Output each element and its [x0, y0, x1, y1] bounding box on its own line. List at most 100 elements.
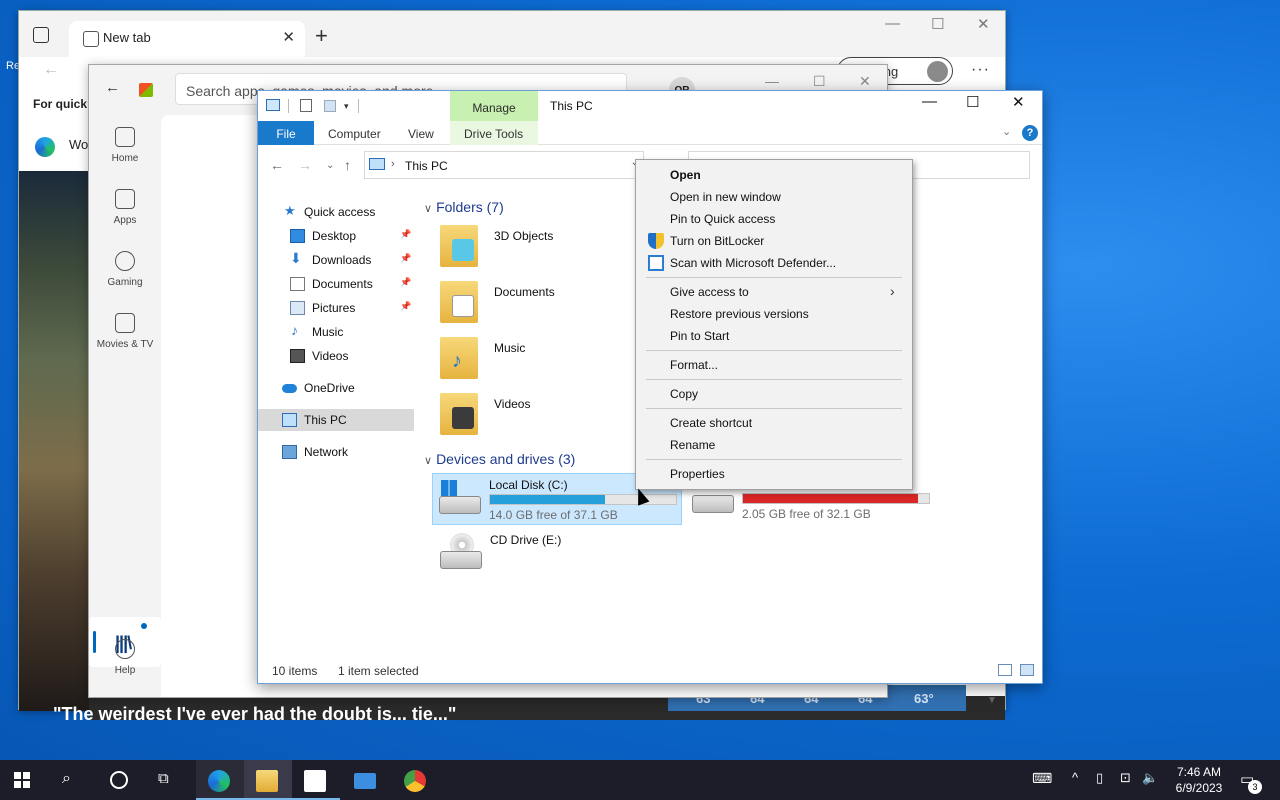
keyboard-icon[interactable]: ⌨: [1032, 770, 1052, 787]
help-icon[interactable]: ?: [1022, 125, 1038, 141]
start-button[interactable]: [14, 772, 30, 788]
edge-tab-new[interactable]: New tab ✕: [69, 21, 305, 57]
edge-minimize-icon[interactable]: —: [885, 15, 900, 32]
sidebar-item-network[interactable]: Network: [258, 441, 416, 463]
manage-tab[interactable]: Manage: [450, 91, 538, 121]
menu-format[interactable]: Format...: [636, 354, 912, 376]
clock[interactable]: 7:46 AM 6/9/2023: [1166, 764, 1232, 796]
menu-scan-defender[interactable]: Scan with Microsoft Defender...: [636, 252, 912, 274]
folders-group-header[interactable]: ∨ Folders (7): [424, 199, 504, 215]
menu-pin-quick-access[interactable]: Pin to Quick access: [636, 208, 912, 230]
back-icon[interactable]: ←: [270, 157, 284, 173]
edge-close-icon[interactable]: ✕: [977, 15, 990, 33]
weather-news-label[interactable]: Wo: [69, 137, 88, 152]
properties-quick-icon[interactable]: [300, 99, 312, 112]
store-close-icon[interactable]: ✕: [859, 73, 871, 90]
minimize-icon[interactable]: —: [922, 93, 937, 110]
drive-cd-e[interactable]: CD Drive (E:): [422, 529, 672, 581]
menu-properties[interactable]: Properties: [636, 463, 912, 485]
menu-open[interactable]: Open: [636, 164, 912, 186]
new-tab-icon[interactable]: +: [315, 23, 328, 49]
menu-restore-previous[interactable]: Restore previous versions: [636, 303, 912, 325]
folder-3d-objects[interactable]: 3D Objects: [422, 221, 612, 273]
taskbar-store[interactable]: [292, 760, 340, 800]
nav-movies[interactable]: Movies & TV: [89, 313, 161, 350]
expand-ribbon-icon[interactable]: ⌄: [1002, 125, 1011, 138]
menu-open-new-window[interactable]: Open in new window: [636, 186, 912, 208]
nav-home[interactable]: Home: [89, 127, 161, 164]
recent-locations-icon[interactable]: ⌄: [326, 160, 334, 171]
tab-drive-tools[interactable]: Drive Tools: [464, 127, 523, 141]
search-icon[interactable]: ⌕: [62, 770, 84, 792]
pin-icon[interactable]: 📌: [400, 229, 411, 240]
nav-help-label: Help: [114, 665, 136, 676]
sidebar-item-documents[interactable]: Documents 📌: [258, 273, 416, 295]
tab-view[interactable]: View: [408, 127, 434, 141]
taskbar-file-explorer[interactable]: [244, 760, 292, 800]
menu-rename[interactable]: Rename: [636, 434, 912, 456]
menu-copy[interactable]: Copy: [636, 383, 912, 405]
folder-music[interactable]: ♪ Music: [422, 333, 612, 385]
sidebar-item-music[interactable]: ♪ Music: [258, 321, 416, 343]
clock-date: 6/9/2023: [1175, 781, 1223, 795]
show-hidden-icons-icon[interactable]: ^: [1072, 770, 1078, 785]
sidebar-item-desktop[interactable]: Desktop 📌: [258, 225, 416, 247]
news-photo[interactable]: [19, 171, 91, 711]
sidebar-item-pictures[interactable]: Pictures 📌: [258, 297, 416, 319]
nav-gaming[interactable]: Gaming: [89, 251, 161, 288]
menu-pin-start[interactable]: Pin to Start: [636, 325, 912, 347]
cortana-icon[interactable]: [110, 771, 128, 789]
edge-maximize-icon[interactable]: ☐: [931, 15, 944, 33]
store-minimize-icon[interactable]: —: [765, 73, 779, 89]
address-bar[interactable]: › This PC ⌄: [364, 151, 644, 179]
device-icon[interactable]: ▯: [1096, 770, 1103, 786]
maximize-icon[interactable]: ☐: [966, 93, 979, 111]
volume-muted-icon[interactable]: 🔈: [1142, 770, 1158, 786]
tab-actions-icon[interactable]: [33, 27, 49, 43]
sidebar-item-onedrive[interactable]: OneDrive: [258, 377, 416, 399]
context-menu: Open Open in new window Pin to Quick acc…: [635, 159, 913, 490]
drive-name: Local Disk (C:): [489, 478, 568, 492]
sidebar-item-quick-access[interactable]: ★ Quick access: [258, 201, 416, 223]
chrome-icon[interactable]: [404, 770, 426, 792]
apps-icon: [115, 189, 135, 209]
store-back-icon[interactable]: ←: [105, 79, 120, 96]
folder-videos[interactable]: Videos: [422, 389, 612, 441]
menu-label: Open in new window: [670, 190, 781, 204]
more-options-icon[interactable]: ···: [971, 61, 990, 79]
nav-help[interactable]: Help: [89, 639, 161, 676]
nav-apps[interactable]: Apps: [89, 189, 161, 226]
up-icon[interactable]: ↑: [344, 157, 351, 173]
menu-turn-on-bitlocker[interactable]: Turn on BitLocker: [636, 230, 912, 252]
large-icons-view-icon[interactable]: [1020, 664, 1034, 676]
collapse-chevron-icon[interactable]: ∨: [424, 203, 432, 215]
devices-group-header[interactable]: ∨ Devices and drives (3): [424, 451, 575, 467]
task-view-icon[interactable]: ⧉: [158, 770, 180, 792]
taskbar-edge[interactable]: [196, 760, 244, 800]
sidebar-item-downloads[interactable]: ⬇ Downloads 📌: [258, 249, 416, 271]
collapse-chevron-icon[interactable]: ∨: [424, 455, 432, 467]
close-tab-icon[interactable]: ✕: [282, 28, 295, 46]
store-maximize-icon[interactable]: ☐: [813, 73, 826, 90]
breadcrumb-chevron-icon[interactable]: ›: [391, 158, 395, 170]
pin-icon[interactable]: 📌: [400, 277, 411, 288]
new-folder-quick-icon[interactable]: [324, 100, 336, 112]
folder-documents[interactable]: Documents: [422, 277, 612, 329]
sidebar-item-videos[interactable]: Videos: [258, 345, 416, 367]
edge-back-icon[interactable]: ←: [43, 61, 59, 79]
close-icon[interactable]: ✕: [1012, 93, 1025, 111]
forward-icon[interactable]: →: [298, 157, 312, 173]
customize-qat-icon[interactable]: ▾: [344, 101, 349, 112]
details-view-icon[interactable]: [998, 664, 1012, 676]
network-status-icon[interactable]: ⊡: [1120, 770, 1131, 786]
tab-file[interactable]: File: [258, 121, 314, 145]
folder-name: Documents: [494, 285, 555, 299]
pin-icon[interactable]: 📌: [400, 301, 411, 312]
scroll-down-icon[interactable]: ▼: [987, 695, 997, 706]
sidebar-item-this-pc[interactable]: This PC: [258, 409, 414, 431]
mail-icon[interactable]: [354, 773, 376, 789]
menu-give-access[interactable]: Give access to ›: [636, 281, 912, 303]
tab-computer[interactable]: Computer: [328, 127, 381, 141]
menu-create-shortcut[interactable]: Create shortcut: [636, 412, 912, 434]
pin-icon[interactable]: 📌: [400, 253, 411, 264]
